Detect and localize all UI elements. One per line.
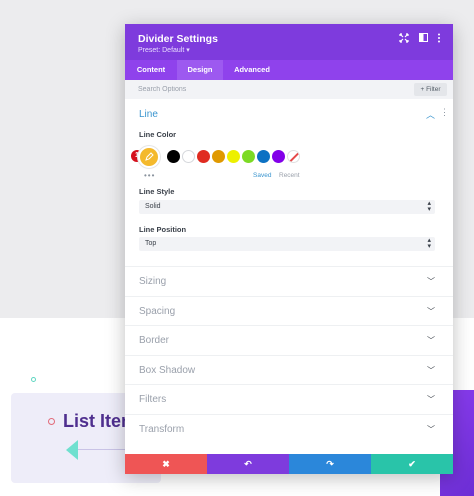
line-style-label: Line Style	[139, 187, 175, 196]
section-box-shadow[interactable]: Box Shadow ﹀	[125, 355, 453, 384]
select-arrows-icon: ▴ ▾	[427, 237, 431, 250]
swatch-black[interactable]	[167, 150, 180, 163]
swatch-green[interactable]	[242, 150, 255, 163]
line-position-value: Top	[145, 240, 157, 247]
modal-footer: ✖ ↶ ↷ ✔	[125, 454, 453, 474]
chevron-down-icon: ﹀	[427, 425, 435, 434]
tab-design[interactable]: Design	[177, 60, 223, 80]
swatch-blue[interactable]	[257, 150, 270, 163]
divider-settings-modal: Divider Settings Preset: Default ▾ Conte…	[125, 24, 453, 474]
chevron-down-icon: ﹀	[427, 277, 435, 286]
modal-header: Divider Settings Preset: Default ▾	[125, 24, 453, 60]
modal-tabs: Content Design Advanced	[125, 60, 453, 80]
recent-colors-tab[interactable]: Recent	[279, 172, 300, 179]
section-more-icon[interactable]: ⋮	[440, 107, 449, 118]
more-colors-icon[interactable]: •••	[144, 171, 155, 180]
line-position-select[interactable]: Top ▴ ▾	[139, 237, 435, 251]
swatch-white[interactable]	[182, 150, 195, 163]
line-position-label: Line Position	[139, 225, 187, 234]
section-filters[interactable]: Filters ﹀	[125, 384, 453, 413]
save-button[interactable]: ✔	[371, 454, 453, 474]
redo-button[interactable]: ↷	[289, 454, 371, 474]
more-icon[interactable]	[433, 33, 445, 45]
chevron-down-icon: ﹀	[427, 336, 435, 345]
section-transform[interactable]: Transform ﹀	[125, 414, 453, 443]
section-title: Sizing	[139, 276, 167, 287]
modal-title: Divider Settings	[138, 33, 218, 45]
cancel-button[interactable]: ✖	[125, 454, 207, 474]
section-sizing[interactable]: Sizing ﹀	[125, 266, 453, 295]
decorative-circle-icon	[31, 377, 36, 382]
saved-colors-tab[interactable]: Saved	[253, 172, 271, 179]
filter-button[interactable]: + Filter	[414, 83, 447, 96]
section-title: Spacing	[139, 306, 176, 317]
swatch-red[interactable]	[197, 150, 210, 163]
line-color-label: Line Color	[139, 130, 177, 139]
list-bullet-icon	[48, 418, 55, 425]
section-title: Filters	[139, 394, 167, 405]
chevron-down-icon: ﹀	[427, 307, 435, 316]
section-title: Border	[139, 335, 170, 346]
section-title: Box Shadow	[139, 365, 196, 376]
eyedropper-icon	[145, 152, 154, 161]
search-input[interactable]	[138, 84, 338, 95]
tab-advanced[interactable]: Advanced	[223, 60, 281, 80]
undo-button[interactable]: ↶	[207, 454, 289, 474]
preset-selector[interactable]: Preset: Default ▾	[138, 46, 190, 54]
section-spacing[interactable]: Spacing ﹀	[125, 296, 453, 325]
swatch-yellow[interactable]	[227, 150, 240, 163]
section-title: Transform	[139, 424, 185, 435]
chevron-down-icon: ﹀	[427, 366, 435, 375]
chevron-up-icon[interactable]: ︿	[426, 108, 435, 121]
line-style-select[interactable]: Solid ▴ ▾	[139, 200, 435, 214]
swatch-none[interactable]	[287, 150, 300, 163]
color-picker-swatch[interactable]	[140, 148, 158, 166]
line-section-title[interactable]: Line	[139, 109, 158, 120]
search-bar: + Filter	[125, 80, 453, 99]
tab-content[interactable]: Content	[125, 60, 177, 80]
section-border[interactable]: Border ﹀	[125, 325, 453, 354]
arrow-icon	[66, 440, 78, 460]
select-arrows-icon: ▴ ▾	[427, 200, 431, 213]
expand-icon[interactable]	[398, 33, 410, 45]
line-style-value: Solid	[145, 203, 161, 210]
split-view-icon[interactable]	[417, 33, 429, 45]
chevron-down-icon: ﹀	[427, 395, 435, 404]
swatch-orange[interactable]	[212, 150, 225, 163]
swatch-purple[interactable]	[272, 150, 285, 163]
